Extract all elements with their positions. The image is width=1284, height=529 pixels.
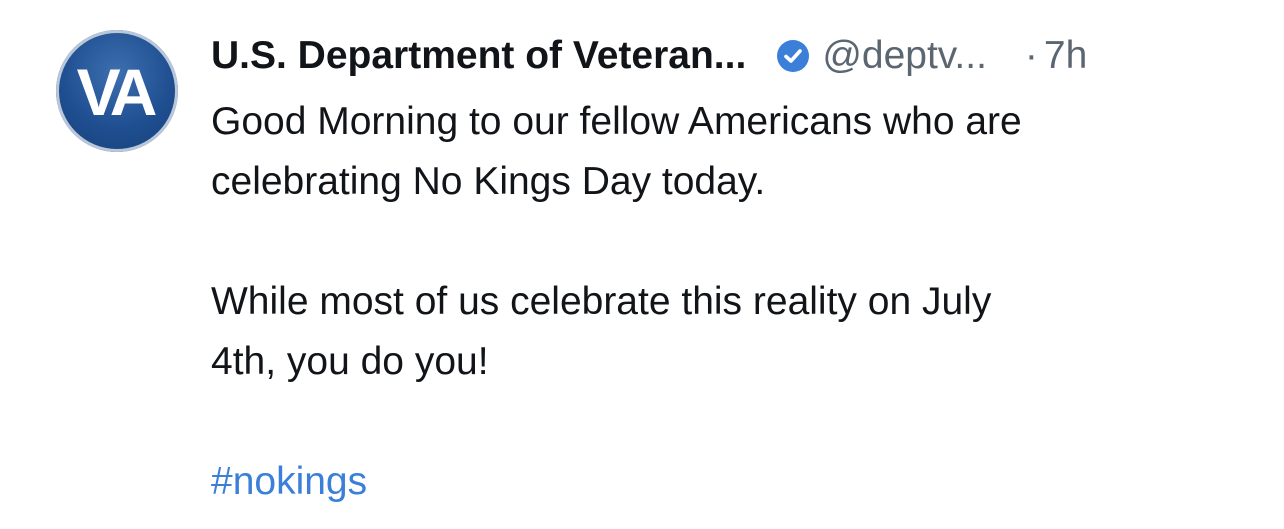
- post-header: U.S. Department of Veteran... @deptv... …: [211, 32, 1261, 80]
- post-timestamp[interactable]: 7h: [1044, 34, 1087, 78]
- hashtag-link[interactable]: #nokings: [211, 460, 367, 503]
- avatar[interactable]: VA: [56, 30, 178, 152]
- display-name[interactable]: U.S. Department of Veteran...: [211, 34, 746, 78]
- user-handle[interactable]: @deptv...: [822, 34, 987, 78]
- post-text-line: 4th, you do you!: [211, 340, 489, 383]
- post-text-line: While most of us celebrate this reality …: [211, 280, 992, 323]
- post-text-line: celebrating No Kings Day today.: [211, 160, 766, 203]
- post-text-line: Good Morning to our fellow Americans who…: [211, 100, 1022, 143]
- post-card[interactable]: VA U.S. Department of Veteran... @deptv.…: [0, 0, 1284, 529]
- post-body: Good Morning to our fellow Americans who…: [211, 92, 1251, 512]
- separator-dot: ·: [1024, 34, 1038, 77]
- avatar-logo-text: VA: [76, 55, 158, 129]
- verified-badge-icon: [776, 39, 810, 73]
